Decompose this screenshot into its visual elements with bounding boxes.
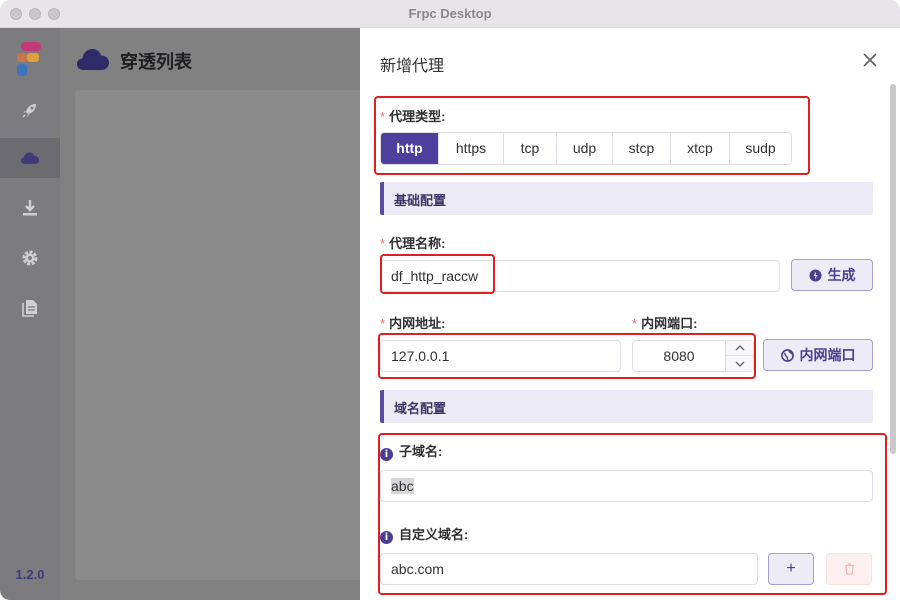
main-panel: 穿透列表 <box>60 28 375 600</box>
close-drawer-button[interactable] <box>860 50 880 70</box>
trash-icon <box>844 563 854 575</box>
local-port-label: * 内网端口: <box>632 316 698 331</box>
custom-domain-label: i 自定义域名: <box>380 524 468 544</box>
local-port-input[interactable]: 8080 <box>633 341 725 371</box>
sidebar: 1.2.0 <box>0 28 60 600</box>
info-icon: i <box>380 448 393 461</box>
file-icon <box>22 300 37 317</box>
proxy-type-tcp[interactable]: tcp <box>503 133 556 164</box>
gear-icon <box>22 250 38 266</box>
proxy-name-label: * 代理名称: <box>380 236 446 251</box>
sidebar-item-download[interactable] <box>0 188 60 228</box>
drawer-scrollbar[interactable] <box>888 78 898 598</box>
download-icon <box>23 200 37 216</box>
rocket-icon <box>22 104 36 118</box>
app-version: 1.2.0 <box>15 567 45 582</box>
proxy-type-sudp[interactable]: sudp <box>729 133 791 164</box>
title-bar: Frpc Desktop <box>0 0 900 28</box>
generate-name-button[interactable]: 生成 <box>791 259 873 291</box>
subdomain-input[interactable]: abc <box>380 470 873 502</box>
section-domain: 域名配置 <box>380 390 873 423</box>
proxy-type-xtcp[interactable]: xtcp <box>670 133 729 164</box>
add-domain-button[interactable]: + <box>768 553 814 585</box>
close-icon <box>863 53 877 67</box>
sidebar-item-settings[interactable] <box>0 238 60 278</box>
proxy-list-card <box>75 90 375 580</box>
subdomain-label: i 子域名: <box>380 441 442 461</box>
page-title: 穿透列表 <box>120 52 192 72</box>
proxy-name-input[interactable]: df_http_raccw <box>380 260 780 292</box>
local-port-stepper: 8080 <box>632 340 754 372</box>
local-port-button[interactable]: 内网端口 <box>763 339 873 371</box>
info-icon: i <box>380 531 393 544</box>
proxy-type-stcp[interactable]: stcp <box>612 133 670 164</box>
proxy-type-udp[interactable]: udp <box>556 133 612 164</box>
custom-domain-input[interactable]: abc.com <box>380 553 758 585</box>
proxy-type-http[interactable]: http <box>381 133 438 164</box>
decrement-button[interactable] <box>726 356 754 371</box>
proxy-type-label: * 代理类型: <box>380 109 446 124</box>
cloud-icon <box>76 46 110 77</box>
increment-button[interactable] <box>726 341 754 356</box>
window-title: Frpc Desktop <box>408 6 492 21</box>
globe-icon <box>780 348 794 362</box>
sidebar-item-proxies[interactable] <box>0 138 60 178</box>
drawer-title: 新增代理 <box>380 58 445 75</box>
generate-icon <box>809 269 821 281</box>
add-proxy-drawer: 新增代理 * 代理类型: http https tcp udp stcp xtcp… <box>360 28 900 600</box>
local-ip-label: * 内网地址: <box>380 316 446 331</box>
sidebar-item-rocket[interactable] <box>0 90 60 130</box>
app-window: Frpc Desktop 1.2.0 穿透列表 新增代理 * 代理类型: htt… <box>0 0 900 600</box>
proxy-type-https[interactable]: https <box>438 133 503 164</box>
stepper-controls <box>725 341 754 371</box>
scrollbar-thumb[interactable] <box>890 84 896 454</box>
section-basic: 基础配置 <box>380 182 873 215</box>
sidebar-item-logs[interactable] <box>0 288 60 328</box>
proxy-type-selector: http https tcp udp stcp xtcp sudp <box>380 132 792 165</box>
chevron-down-icon <box>735 361 745 367</box>
local-ip-input[interactable]: 127.0.0.1 <box>380 340 621 372</box>
app-logo <box>15 40 45 78</box>
delete-domain-button[interactable] <box>826 553 872 585</box>
chevron-up-icon <box>735 345 745 351</box>
cloud-icon <box>21 152 39 164</box>
